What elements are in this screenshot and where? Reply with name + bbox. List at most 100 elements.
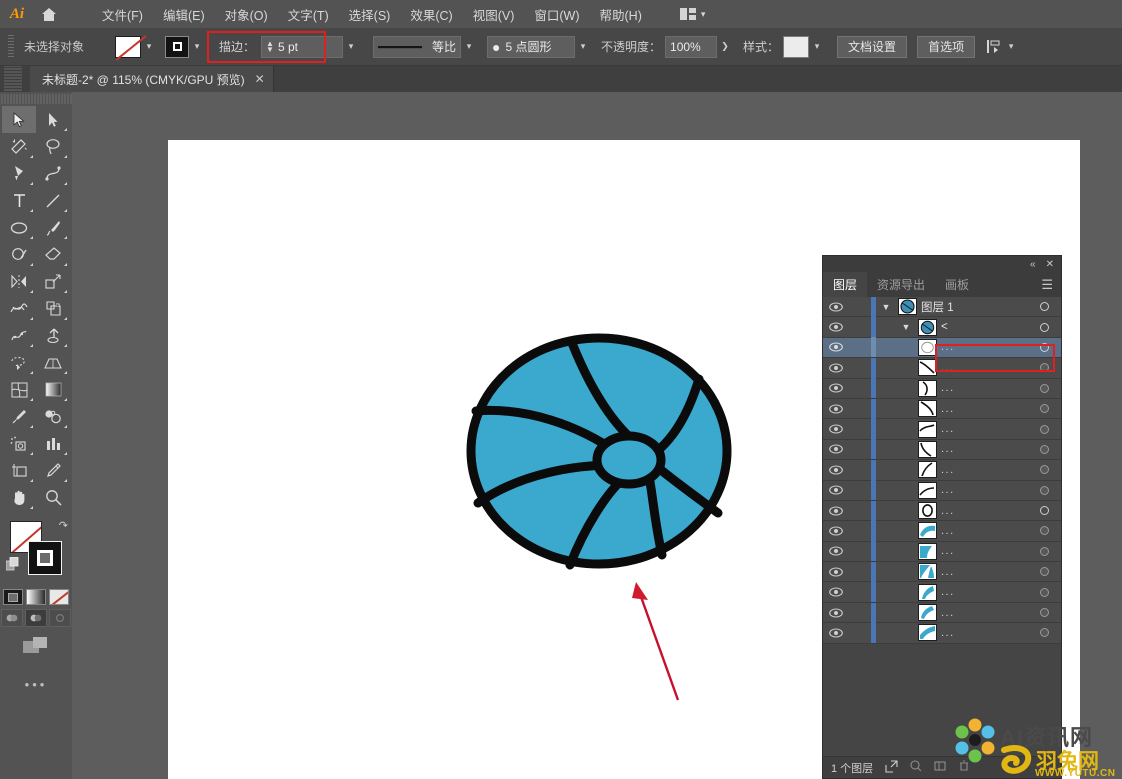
document-setup-button[interactable]: 文档设置 xyxy=(837,35,908,58)
pen-tool[interactable] xyxy=(2,160,36,187)
mesh-tool[interactable] xyxy=(2,376,36,403)
stroke-profile-select[interactable]: 等比 xyxy=(373,35,462,58)
stroke-weight-chevron-down-icon[interactable]: ▾ xyxy=(343,36,359,58)
new-sublayer-icon[interactable] xyxy=(910,760,922,775)
eye-icon[interactable] xyxy=(823,465,849,475)
target-indicator[interactable] xyxy=(1027,302,1061,312)
target-indicator[interactable] xyxy=(1027,526,1061,536)
layer-row-ellipse[interactable]: ... xyxy=(823,500,1061,522)
tab-asset-export[interactable]: 资源导出 xyxy=(867,272,935,297)
opacity-input[interactable]: 100% xyxy=(665,35,718,58)
gradient-tool[interactable] xyxy=(36,376,70,403)
layer-row-shape[interactable]: ... xyxy=(823,602,1061,624)
beach-ball-illustration[interactable] xyxy=(466,333,732,573)
edit-toolbar-button[interactable]: ••• xyxy=(0,677,72,692)
layer-row-shape[interactable]: ... xyxy=(823,582,1061,603)
eye-icon[interactable] xyxy=(823,342,849,353)
menu-item-type[interactable]: 文字(T) xyxy=(278,1,339,28)
menu-item-file[interactable]: 文件(F) xyxy=(92,1,153,28)
shape-builder-lasso-tool[interactable] xyxy=(2,349,36,376)
menu-item-edit[interactable]: 编辑(E) xyxy=(153,1,215,28)
layer-row-shape[interactable]: ... xyxy=(823,622,1061,644)
target-indicator[interactable] xyxy=(1027,506,1061,516)
ellipse-tool[interactable] xyxy=(2,214,36,241)
slice-tool[interactable] xyxy=(36,457,70,484)
stroke-weight-stepper[interactable]: ▲ ▼ xyxy=(266,39,274,53)
layer-name[interactable]: ... xyxy=(941,403,955,415)
eye-icon[interactable] xyxy=(823,363,849,373)
target-indicator[interactable] xyxy=(1027,465,1061,475)
close-icon[interactable]: ✕ xyxy=(255,72,265,86)
eye-icon[interactable] xyxy=(823,302,849,312)
blend-tool[interactable] xyxy=(36,403,70,430)
layer-name[interactable]: ... xyxy=(941,443,955,455)
target-indicator[interactable] xyxy=(1027,424,1061,434)
curvature-tool[interactable] xyxy=(36,160,70,187)
stroke-profile-chevron-down-icon[interactable]: ▾ xyxy=(461,36,477,58)
layer-row-group[interactable]: ▼ < xyxy=(823,317,1061,338)
change-screen-mode-button[interactable] xyxy=(0,637,72,655)
layer-name[interactable]: 图层 1 xyxy=(921,299,954,315)
layer-row-path[interactable]: ... xyxy=(823,459,1061,481)
stroke-color-indicator[interactable] xyxy=(28,541,62,575)
layer-name[interactable]: ... xyxy=(941,382,955,394)
menu-item-object[interactable]: 对象(O) xyxy=(215,1,278,28)
layer-row-path[interactable]: ... xyxy=(823,357,1061,379)
options-bar-grip[interactable] xyxy=(8,34,14,59)
target-indicator[interactable] xyxy=(1027,404,1061,414)
layer-row-selected[interactable]: ... xyxy=(823,337,1061,359)
opacity-chevron-icon[interactable]: ❯ xyxy=(717,36,733,58)
layer-row-shape[interactable]: ... xyxy=(823,521,1061,542)
eye-icon[interactable] xyxy=(823,322,849,332)
style-chevron-down-icon[interactable]: ▾ xyxy=(809,36,825,58)
align-chevron-down-icon[interactable]: ▾ xyxy=(1003,36,1019,58)
color-fill-button[interactable] xyxy=(3,589,23,605)
tab-strip-grip[interactable] xyxy=(4,66,22,92)
close-icon[interactable]: ✕ xyxy=(1046,259,1054,270)
menu-item-effect[interactable]: 效果(C) xyxy=(400,1,462,28)
menu-item-window[interactable]: 窗口(W) xyxy=(524,1,589,28)
layer-name[interactable]: ... xyxy=(941,525,955,537)
lasso-tool[interactable] xyxy=(36,133,70,160)
tools-panel-grip[interactable] xyxy=(0,94,72,104)
layer-row-shape[interactable]: ... xyxy=(823,561,1061,583)
layer-row-path[interactable]: ... xyxy=(823,419,1061,440)
eraser-tool[interactable] xyxy=(36,241,70,268)
eye-icon[interactable] xyxy=(823,526,849,536)
target-indicator[interactable] xyxy=(1027,322,1061,332)
target-indicator[interactable] xyxy=(1027,383,1061,393)
eye-icon[interactable] xyxy=(823,404,849,414)
draw-normal-icon[interactable] xyxy=(1,609,23,627)
layer-name[interactable]: ... xyxy=(941,341,955,353)
layer-row-path[interactable]: ... xyxy=(823,398,1061,420)
target-indicator[interactable] xyxy=(1027,587,1061,597)
symbol-sprayer-tool[interactable] xyxy=(2,430,36,457)
type-tool[interactable] xyxy=(2,187,36,214)
stroke-swatch-chevron-down-icon[interactable]: ▾ xyxy=(189,36,205,58)
perspective-grid-tool[interactable] xyxy=(36,349,70,376)
layer-name[interactable]: ... xyxy=(941,505,955,517)
direct-selection-tool[interactable] xyxy=(36,106,70,133)
eye-icon[interactable] xyxy=(823,546,849,556)
gradient-fill-button[interactable] xyxy=(26,589,46,605)
layer-name[interactable]: ... xyxy=(941,545,955,557)
eye-icon[interactable] xyxy=(823,485,849,495)
target-indicator[interactable] xyxy=(1027,567,1061,577)
target-indicator[interactable] xyxy=(1027,444,1061,454)
artboard-tool[interactable] xyxy=(2,457,36,484)
free-transform-tool[interactable] xyxy=(36,295,70,322)
draw-behind-icon[interactable] xyxy=(25,609,47,627)
layer-row-path[interactable]: ... xyxy=(823,439,1061,461)
layer-name[interactable]: ... xyxy=(941,423,955,435)
panel-menu-icon[interactable]: ☰ xyxy=(1041,272,1061,297)
menu-item-select[interactable]: 选择(S) xyxy=(339,1,401,28)
draw-inside-icon[interactable] xyxy=(49,609,71,627)
puppet-warp-tool[interactable] xyxy=(36,322,70,349)
target-indicator[interactable] xyxy=(1027,342,1061,352)
width-tool[interactable] xyxy=(2,295,36,322)
layer-row-path[interactable]: ... xyxy=(823,378,1061,399)
delete-layer-icon[interactable] xyxy=(958,760,970,775)
eye-icon[interactable] xyxy=(823,567,849,577)
eye-icon[interactable] xyxy=(823,444,849,454)
eye-icon[interactable] xyxy=(823,607,849,618)
